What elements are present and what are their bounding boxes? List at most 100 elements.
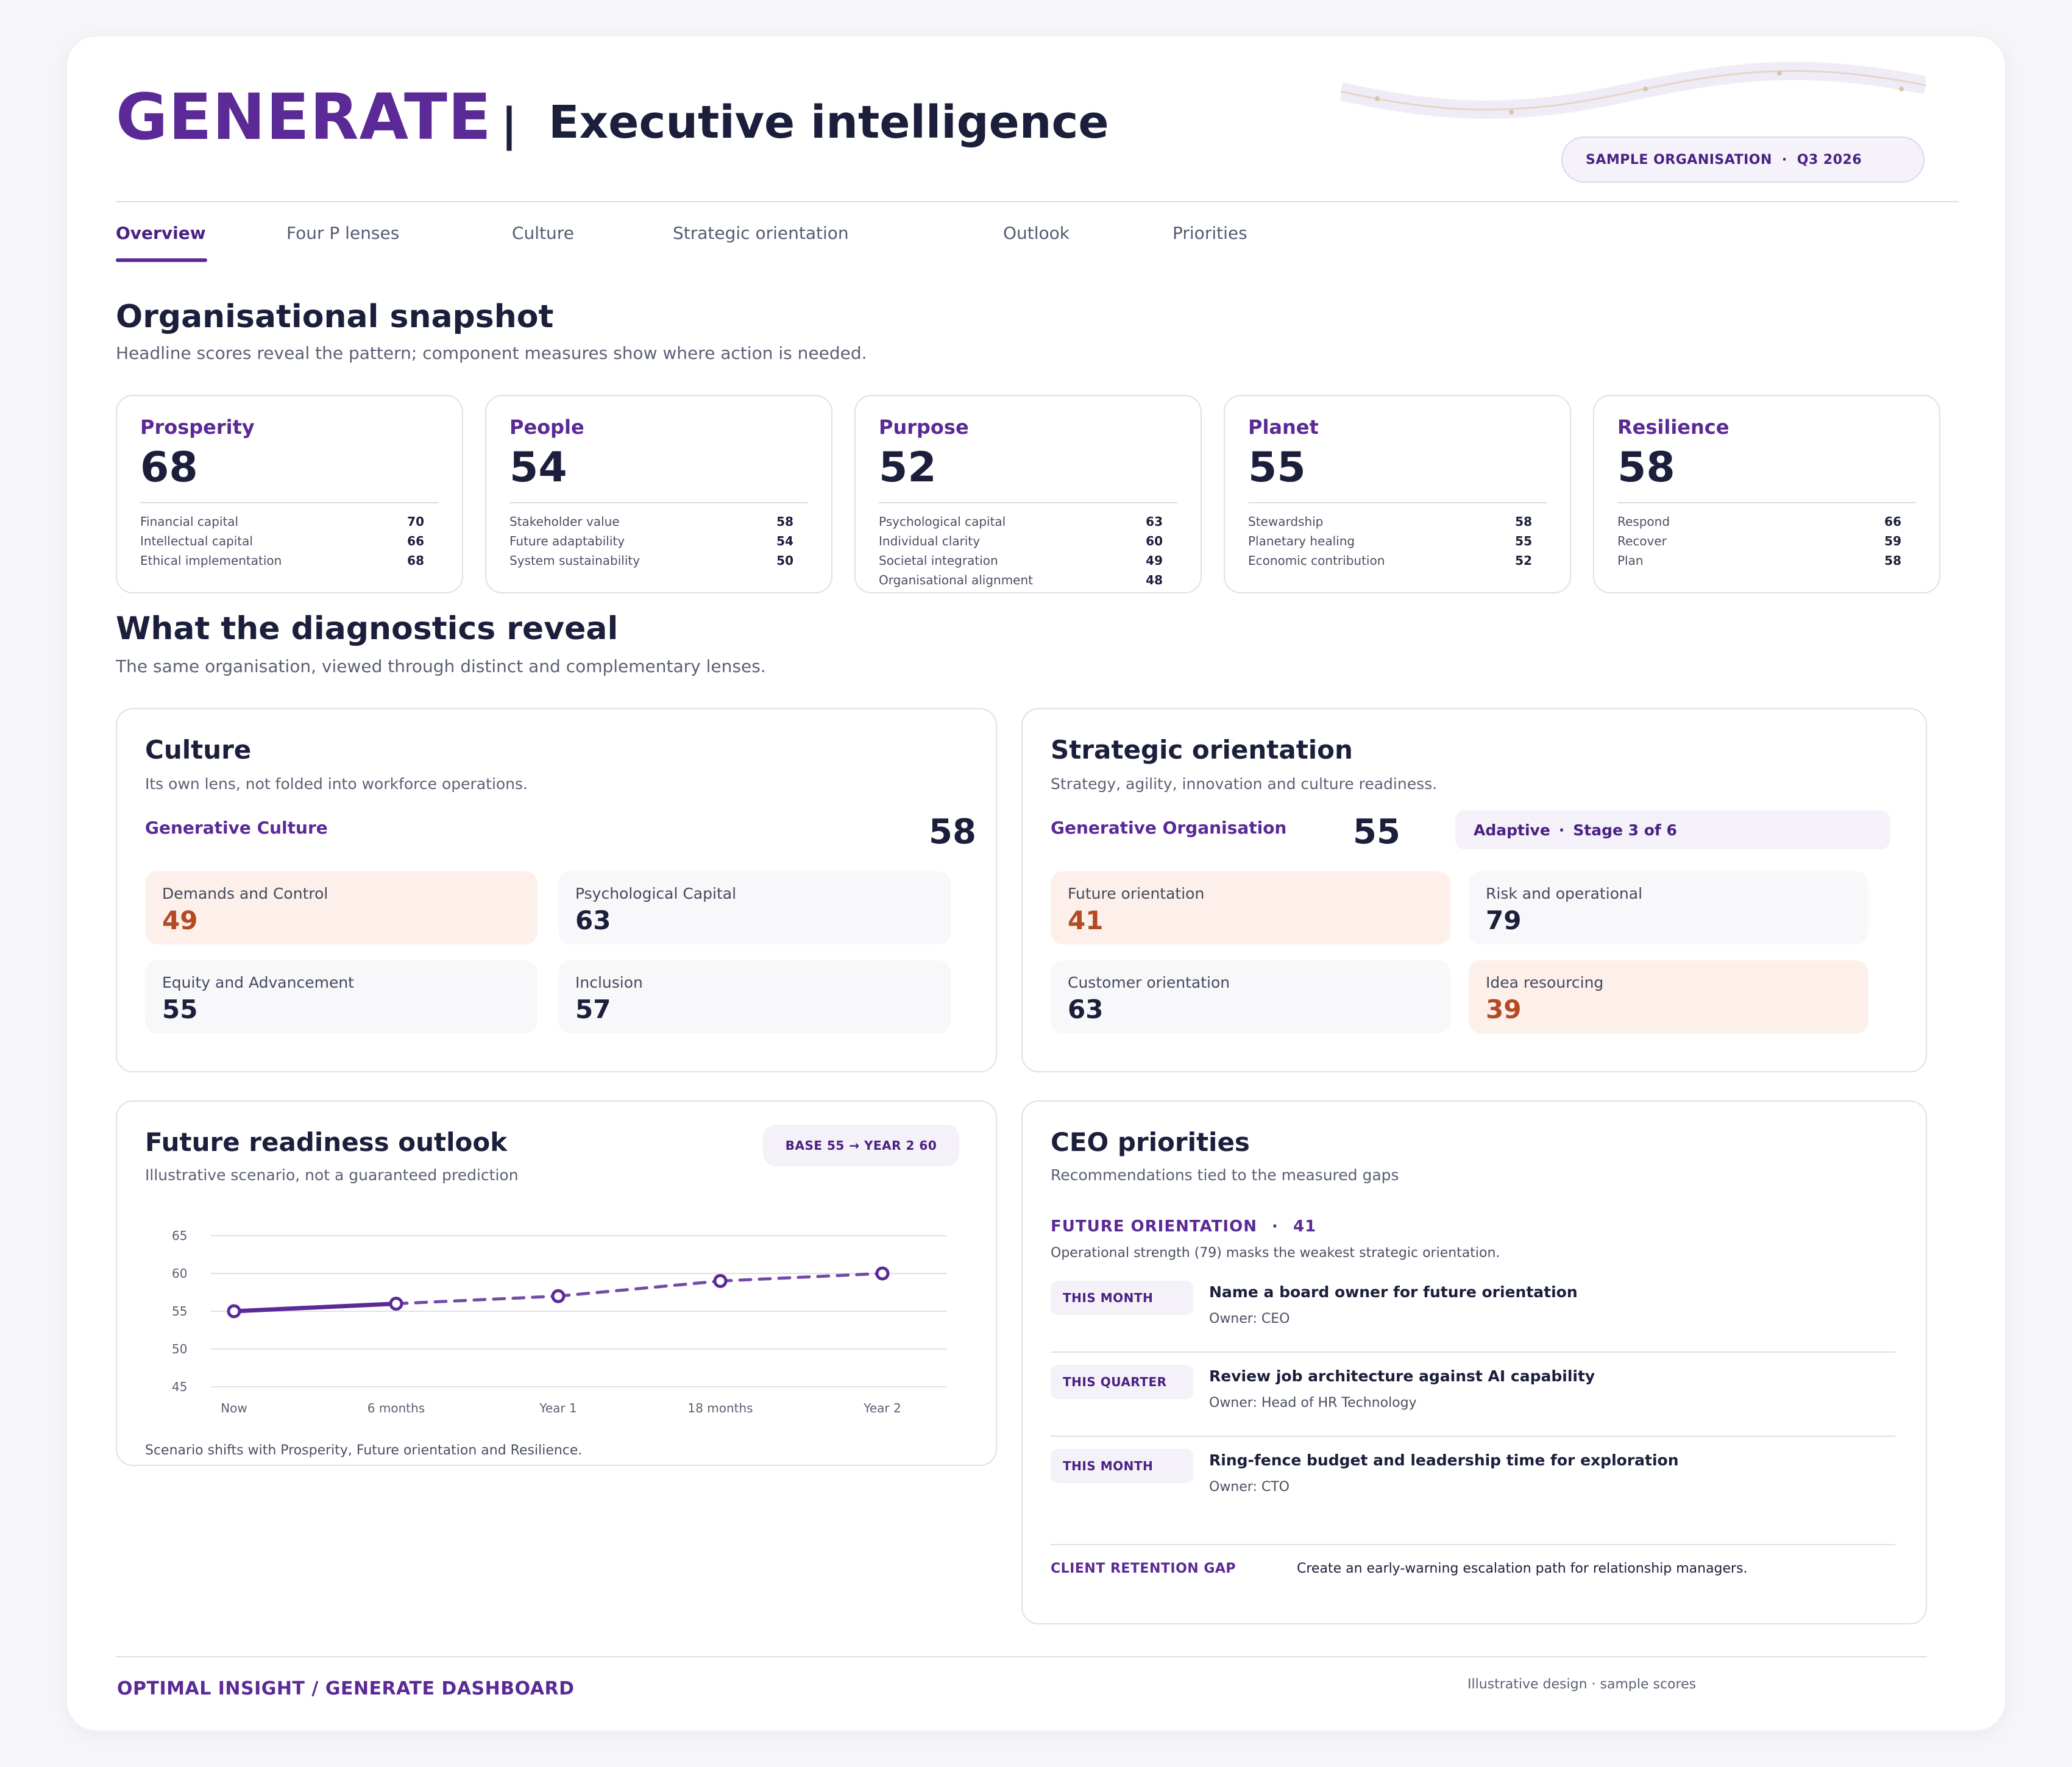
diagnostics-title: What the diagnostics reveal: [116, 611, 619, 647]
metric-value: 49: [162, 905, 198, 935]
lens-name: Resilience: [1617, 416, 1730, 439]
metric-label: Customer orientation: [1068, 974, 1230, 991]
component-label: Future adaptability: [509, 534, 625, 548]
lens-card-planet: Planet 55 Stewardship 58 Planetary healin…: [1224, 395, 1571, 593]
priority-title: Review job architecture against AI capab…: [1209, 1367, 1595, 1385]
data-point: [389, 1297, 403, 1311]
component-label: System sustainability: [509, 553, 640, 568]
x-tick-label: Year 2: [863, 1401, 901, 1415]
lens-component-row: Plan 58: [1617, 551, 1901, 570]
generative-organisation-label: Generative Organisation: [1051, 818, 1287, 838]
strategy-subtitle: Strategy, agility, innovation and cultur…: [1051, 775, 1438, 793]
lens-component-row: Societal integration 49: [879, 551, 1163, 570]
outlook-title: Future readiness outlook: [145, 1127, 508, 1157]
lens-components: Stakeholder value 58 Future adaptability 5…: [509, 512, 793, 570]
lens-name: Purpose: [879, 416, 969, 439]
lens-score: 58: [1617, 444, 1675, 492]
lens-card-purpose: Purpose 52 Psychological capital 63 Indiv…: [854, 395, 1202, 593]
component-value: 60: [1146, 534, 1163, 548]
tab-culture[interactable]: Culture: [512, 223, 574, 243]
focus-label: FUTURE ORIENTATION: [1051, 1217, 1257, 1236]
data-point: [227, 1304, 241, 1319]
lens-name: People: [509, 416, 584, 439]
tab-outlook[interactable]: Outlook: [1003, 223, 1070, 243]
generative-culture-score: 58: [929, 812, 976, 852]
tab-strategic-orientation[interactable]: Strategic orientation: [673, 223, 849, 243]
metric-future-orientation: Future orientation 41: [1051, 871, 1450, 944]
component-label: Ethical implementation: [140, 553, 282, 568]
metric-value: 63: [575, 905, 611, 935]
footer-brand: OPTIMAL INSIGHT / GENERATE DASHBOARD: [117, 1678, 575, 1699]
tab-overview[interactable]: Overview: [116, 223, 207, 262]
metric-label: Risk and operational: [1486, 885, 1643, 902]
x-tick-label: Year 1: [539, 1401, 577, 1415]
lens-divider: [879, 502, 1177, 503]
brand-logo: GENERATE: [116, 80, 492, 154]
data-point: [551, 1289, 566, 1303]
component-label: Stakeholder value: [509, 514, 620, 529]
lens-divider: [1248, 502, 1547, 503]
y-tick-label: 50: [172, 1342, 187, 1356]
tab-priorities[interactable]: Priorities: [1173, 223, 1247, 243]
lens-component-row: Intellectual capital 66: [140, 531, 424, 551]
priority-owner: Owner: Head of HR Technology: [1209, 1395, 1417, 1411]
stage-badge: Adaptive · Stage 3 of 6: [1455, 810, 1890, 849]
lens-component-row: Respond 66: [1617, 512, 1901, 531]
component-label: Psychological capital: [879, 514, 1006, 529]
lens-components: Stewardship 58 Planetary healing 55 Econom…: [1248, 512, 1532, 570]
component-value: 59: [1884, 534, 1901, 548]
lens-score: 55: [1248, 444, 1306, 492]
priority-divider: [1051, 1351, 1895, 1353]
lens-component-row: System sustainability 50: [509, 551, 793, 570]
focus-score: 41: [1293, 1217, 1317, 1236]
component-label: Recover: [1617, 534, 1667, 548]
priority-title: Name a board owner for future orientatio…: [1209, 1283, 1578, 1301]
metric-value: 57: [575, 994, 611, 1024]
org-period-badge: SAMPLE ORGANISATION · Q3 2026: [1561, 136, 1925, 183]
series-line-projected: [718, 1272, 884, 1283]
lens-divider: [140, 502, 439, 503]
lens-component-row: Individual clarity 60: [879, 531, 1163, 551]
chart-note: Scenario shifts with Prosperity, Future …: [145, 1443, 583, 1458]
y-tick-label: 60: [172, 1266, 187, 1281]
stage-name: Adaptive: [1474, 821, 1550, 839]
x-tick-label: 6 months: [367, 1401, 425, 1415]
metric-psychological-capital: Psychological Capital 63: [558, 871, 951, 944]
tab-four-p-lenses[interactable]: Four P lenses: [286, 223, 399, 243]
lens-component-row: Economic contribution 52: [1248, 551, 1532, 570]
priority-divider: [1051, 1436, 1895, 1437]
metric-label: Inclusion: [575, 974, 643, 991]
x-tick-label: 18 months: [687, 1401, 753, 1415]
series-line-actual: [232, 1301, 399, 1314]
culture-title: Culture: [145, 735, 252, 765]
lens-components: Respond 66 Recover 59 Plan 58: [1617, 512, 1901, 570]
lens-component-row: Planetary healing 55: [1248, 531, 1532, 551]
metric-value: 63: [1068, 994, 1104, 1024]
component-label: Economic contribution: [1248, 553, 1385, 568]
lens-divider: [509, 502, 808, 503]
component-label: Respond: [1617, 514, 1670, 529]
generative-organisation-score: 55: [1353, 812, 1400, 852]
lens-score: 68: [140, 444, 198, 492]
lens-component-row: Ethical implementation 68: [140, 551, 424, 570]
metric-label: Equity and Advancement: [162, 974, 354, 991]
metric-value: 79: [1486, 905, 1522, 935]
component-label: Planetary healing: [1248, 534, 1355, 548]
gap-divider: [1051, 1544, 1895, 1545]
metric-equity-and-advancement: Equity and Advancement 55: [145, 960, 538, 1033]
focus-heading: FUTURE ORIENTATION · 41: [1051, 1217, 1316, 1236]
lens-score: 54: [509, 444, 567, 492]
outlook-line-chart: 65 60 55 50 45 Now 6 months Year 1 18 months Year…: [172, 1228, 947, 1415]
strategy-title: Strategic orientation: [1051, 735, 1353, 765]
separator-dot: ·: [1272, 1217, 1279, 1236]
component-value: 58: [1884, 553, 1901, 568]
metric-idea-resourcing: Idea resourcing 39: [1469, 960, 1868, 1033]
x-tick-label: Now: [221, 1401, 247, 1415]
outlook-subtitle: Illustrative scenario, not a guaranteed …: [145, 1166, 519, 1184]
y-tick-label: 45: [172, 1379, 187, 1394]
component-label: Stewardship: [1248, 514, 1324, 529]
lens-components: Psychological capital 63 Individual clari…: [879, 512, 1163, 590]
lens-components: Financial capital 70 Intellectual capital…: [140, 512, 424, 570]
separator-dot: ·: [1781, 152, 1787, 168]
metric-value: 55: [162, 994, 198, 1024]
